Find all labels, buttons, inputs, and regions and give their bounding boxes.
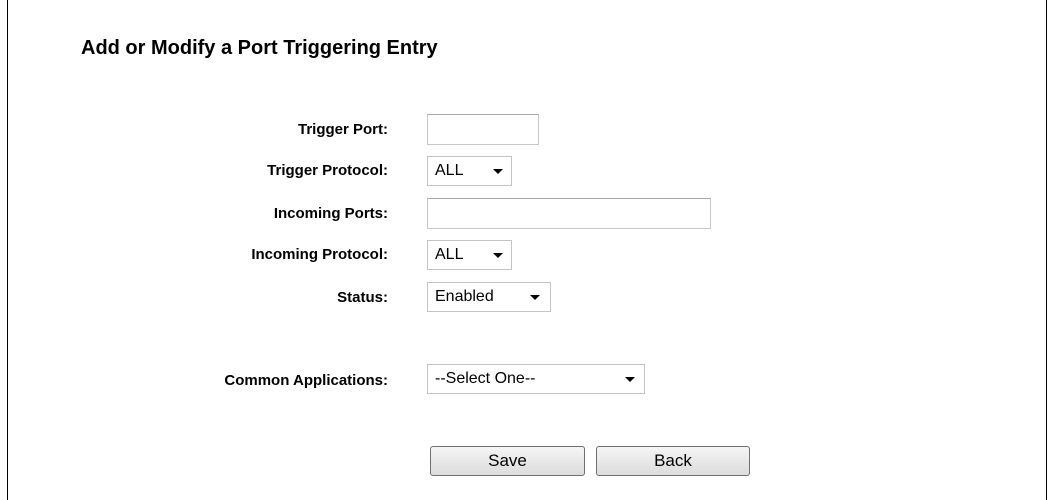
common-applications-value: --Select One--: [435, 370, 536, 387]
common-applications-select[interactable]: --Select One--: [427, 364, 645, 394]
trigger-protocol-label: Trigger Protocol:: [267, 162, 388, 179]
chevron-down-icon: [493, 253, 503, 258]
chevron-down-icon: [493, 169, 503, 174]
page-title: Add or Modify a Port Triggering Entry: [81, 37, 438, 59]
incoming-protocol-value: ALL: [435, 246, 464, 263]
incoming-ports-label: Incoming Ports:: [273, 205, 388, 222]
common-applications-label: Common Applications:: [224, 372, 388, 389]
back-button[interactable]: Back: [596, 446, 750, 476]
trigger-port-input[interactable]: [427, 114, 539, 145]
trigger-protocol-select[interactable]: ALL: [427, 156, 512, 186]
chevron-down-icon: [625, 377, 635, 382]
status-label: Status:: [337, 289, 388, 306]
incoming-protocol-select[interactable]: ALL: [427, 240, 512, 270]
incoming-protocol-label: Incoming Protocol:: [251, 246, 388, 263]
page-frame: [7, 0, 1047, 500]
trigger-port-label: Trigger Port:: [297, 121, 388, 138]
incoming-ports-input[interactable]: [427, 198, 711, 229]
save-button[interactable]: Save: [430, 446, 585, 476]
trigger-protocol-value: ALL: [435, 162, 464, 179]
chevron-down-icon: [530, 295, 540, 300]
status-select[interactable]: Enabled: [427, 282, 551, 312]
status-value: Enabled: [435, 288, 494, 305]
